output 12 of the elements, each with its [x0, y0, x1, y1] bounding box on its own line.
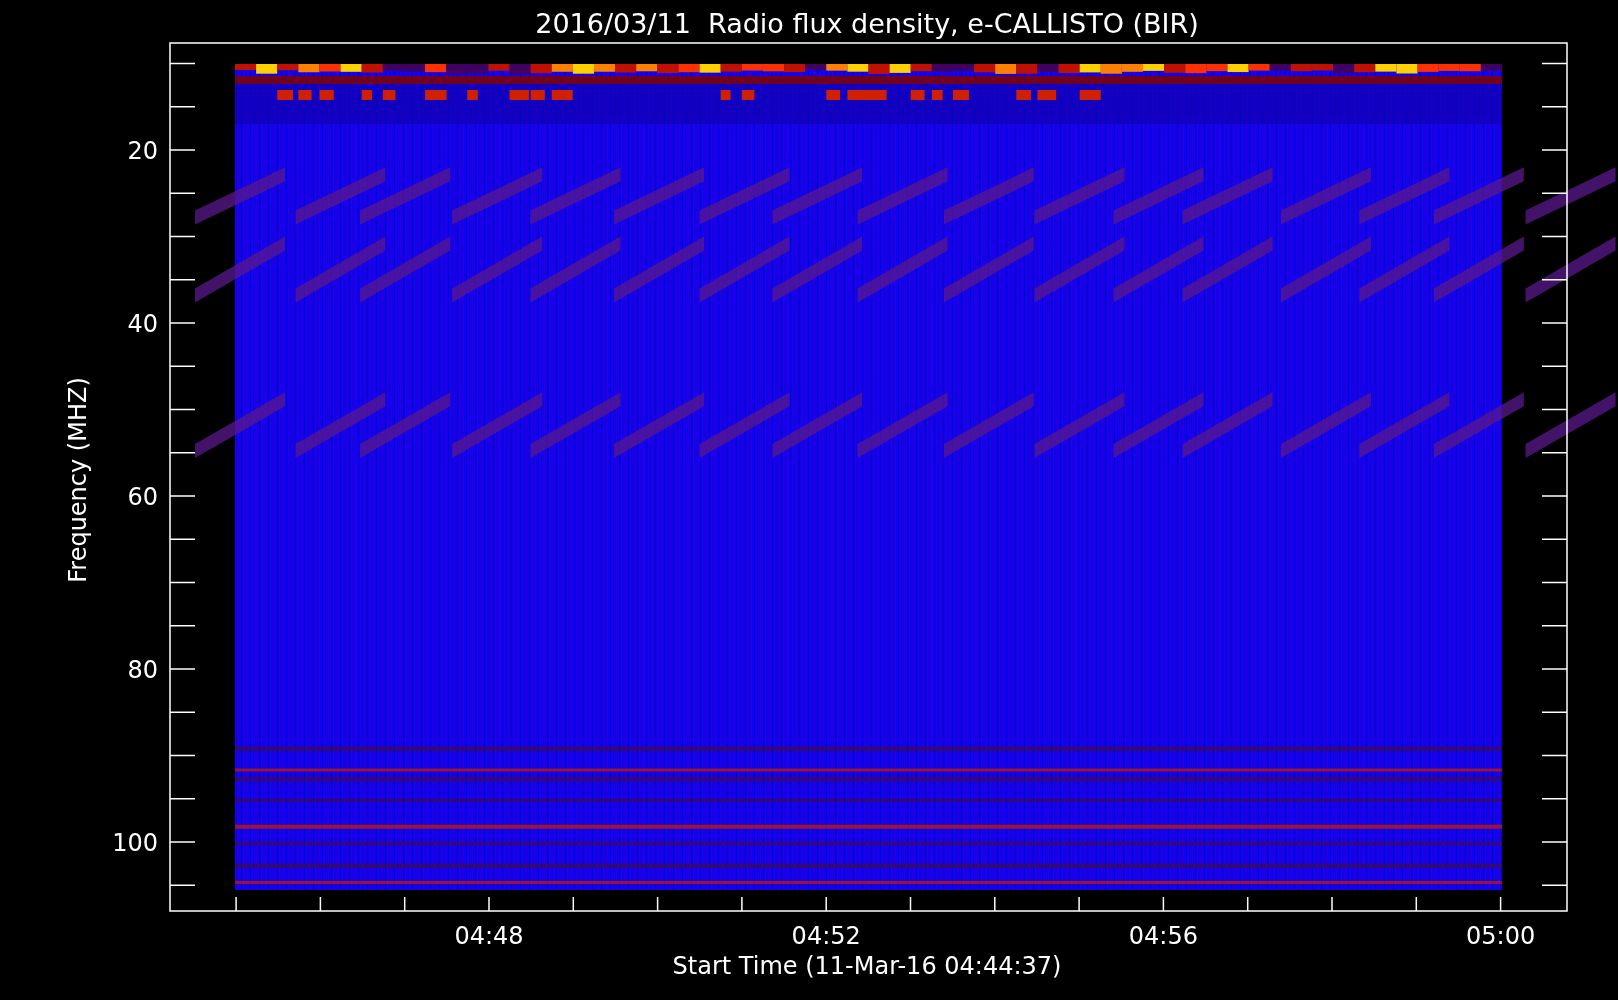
y-tick-label: 40 — [127, 310, 158, 338]
x-tick-label: 04:48 — [454, 922, 524, 950]
x-axis-label: Start Time (11-Mar-16 04:44:37) — [672, 952, 1062, 980]
y-axis-label: Frequency (MHZ) — [64, 377, 92, 583]
x-tick-label: 04:56 — [1128, 922, 1198, 950]
chart-title: 2016/03/11 Radio flux density, e-CALLISTO (BIR) — [535, 8, 1199, 39]
y-tick-label: 60 — [127, 483, 158, 511]
y-tick-label: 100 — [112, 829, 158, 857]
x-tick-label: 04:52 — [791, 922, 861, 950]
y-tick-label: 20 — [127, 137, 158, 165]
x-tick-label: 05:00 — [1466, 922, 1536, 950]
y-tick-label: 80 — [127, 656, 158, 684]
